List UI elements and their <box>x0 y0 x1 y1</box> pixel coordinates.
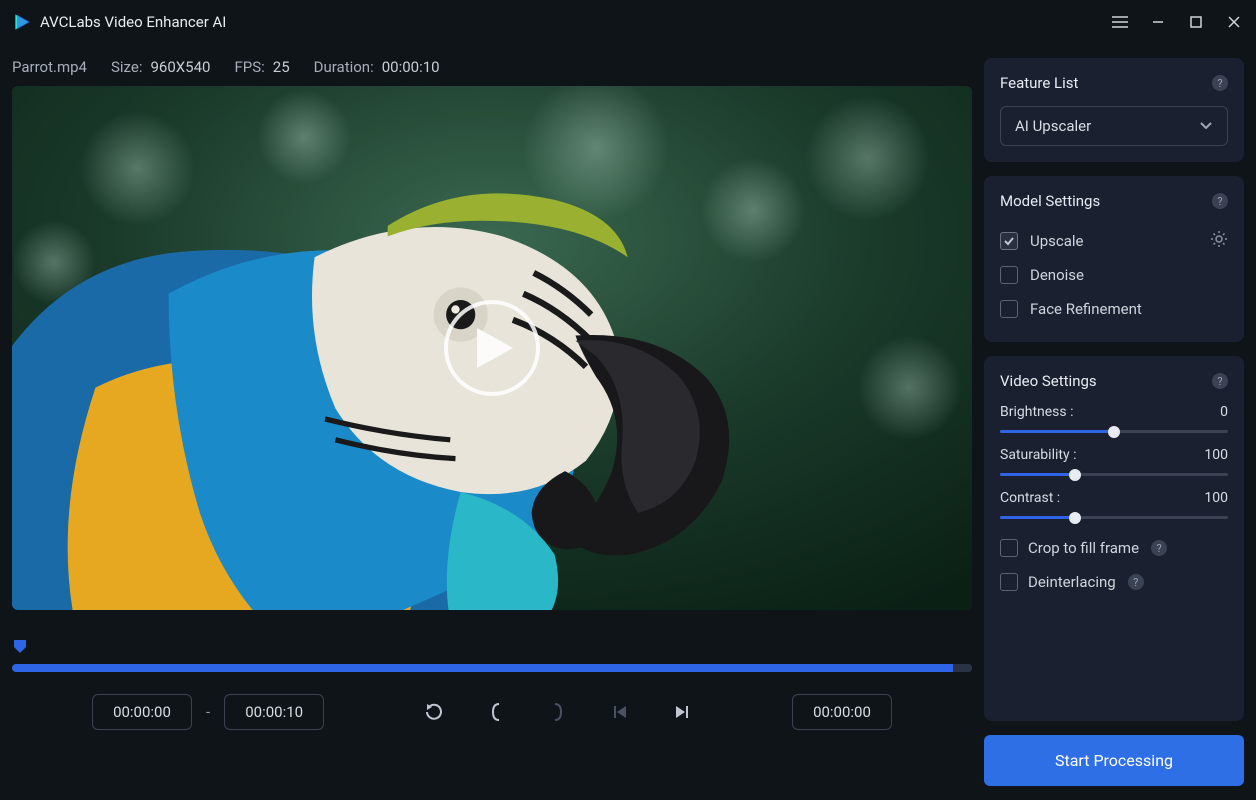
bracket-start-icon[interactable] <box>485 701 507 723</box>
start-processing-button[interactable]: Start Processing <box>984 735 1244 786</box>
file-metadata: Parrot.mp4 Size: 960X540 FPS: 25 Duration:… <box>12 58 972 76</box>
size-label: Size: <box>111 58 142 76</box>
video-preview <box>12 86 972 610</box>
current-time-field[interactable]: 00:00:00 <box>792 694 892 730</box>
saturability-value: 100 <box>1204 447 1228 463</box>
help-icon[interactable]: ? <box>1128 574 1144 590</box>
app-title: AVCLabs Video Enhancer AI <box>40 13 226 31</box>
saturability-slider[interactable] <box>1000 473 1228 476</box>
time-separator: - <box>206 703 210 721</box>
video-settings-title: Video Settings <box>1000 372 1097 390</box>
feature-list-panel: Feature List ? AI Upscaler <box>984 58 1244 162</box>
help-icon[interactable]: ? <box>1151 540 1167 556</box>
close-button[interactable] <box>1224 12 1244 32</box>
gear-icon[interactable] <box>1210 230 1228 252</box>
trim-start-field[interactable]: 00:00:00 <box>92 694 192 730</box>
deinterlacing-label: Deinterlacing <box>1028 573 1116 591</box>
crop-label: Crop to fill frame <box>1028 539 1139 557</box>
upscale-checkbox[interactable] <box>1000 232 1018 250</box>
crop-checkbox[interactable] <box>1000 539 1018 557</box>
titlebar: AVCLabs Video Enhancer AI <box>0 0 1256 44</box>
chevron-down-icon <box>1199 121 1213 131</box>
help-icon[interactable]: ? <box>1212 75 1228 91</box>
help-icon[interactable]: ? <box>1212 193 1228 209</box>
help-icon[interactable]: ? <box>1212 373 1228 389</box>
fps-label: FPS: <box>234 58 264 76</box>
contrast-value: 100 <box>1204 490 1228 506</box>
feature-select[interactable]: AI Upscaler <box>1000 106 1228 146</box>
fps-value: 25 <box>273 58 290 76</box>
model-settings-title: Model Settings <box>1000 192 1100 210</box>
model-settings-panel: Model Settings ? Upscale Denoise Face Re… <box>984 176 1244 342</box>
timeline-start-marker[interactable] <box>12 638 28 654</box>
replay-icon[interactable] <box>423 701 445 723</box>
brightness-slider[interactable] <box>1000 430 1228 433</box>
denoise-checkbox[interactable] <box>1000 266 1018 284</box>
video-settings-panel: Video Settings ? Brightness : 0 Saturabil… <box>984 356 1244 721</box>
play-icon <box>477 328 513 368</box>
upscale-label: Upscale <box>1030 232 1084 250</box>
duration-value: 00:00:10 <box>382 58 440 76</box>
prev-frame-icon[interactable] <box>609 701 631 723</box>
face-refinement-label: Face Refinement <box>1030 300 1142 318</box>
duration-label: Duration: <box>314 58 374 76</box>
brightness-value: 0 <box>1220 404 1228 420</box>
deinterlacing-checkbox[interactable] <box>1000 573 1018 591</box>
feature-select-value: AI Upscaler <box>1015 117 1091 135</box>
size-value: 960X540 <box>150 58 210 76</box>
settings-sidebar: Feature List ? AI Upscaler Model Setting… <box>984 44 1256 800</box>
app-logo-icon <box>12 12 32 32</box>
file-name: Parrot.mp4 <box>12 58 87 76</box>
menu-icon[interactable] <box>1110 12 1130 32</box>
maximize-button[interactable] <box>1186 12 1206 32</box>
timeline-track[interactable] <box>12 664 972 672</box>
saturability-label: Saturability : <box>1000 447 1076 463</box>
denoise-label: Denoise <box>1030 266 1084 284</box>
face-refinement-checkbox[interactable] <box>1000 300 1018 318</box>
minimize-button[interactable] <box>1148 12 1168 32</box>
feature-list-title: Feature List <box>1000 74 1078 92</box>
next-frame-icon[interactable] <box>671 701 693 723</box>
brightness-label: Brightness : <box>1000 404 1074 420</box>
timeline <box>12 638 972 672</box>
contrast-slider[interactable] <box>1000 516 1228 519</box>
preview-pane: Parrot.mp4 Size: 960X540 FPS: 25 Duration:… <box>0 44 984 800</box>
contrast-label: Contrast : <box>1000 490 1060 506</box>
trim-end-field[interactable]: 00:00:10 <box>224 694 324 730</box>
bracket-end-icon[interactable] <box>547 701 569 723</box>
play-button[interactable] <box>444 300 540 396</box>
